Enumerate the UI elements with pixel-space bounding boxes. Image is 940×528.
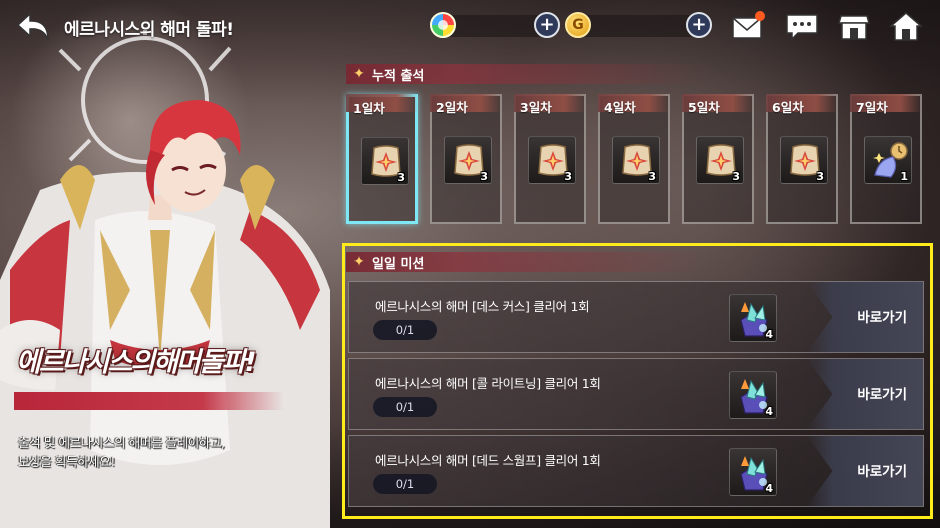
mission-header: ✦ 일일 미션 (346, 252, 706, 272)
attendance-day-card[interactable]: 3일차 3 (514, 94, 586, 224)
attendance-label: 누적 출석 (372, 68, 425, 84)
chat-icon (786, 14, 818, 41)
mission-row: 에르나시스의 해머 [데드 스웜프] 클리어 1회 0/1 4 바로가기 (348, 435, 924, 507)
day-label: 1일차 (353, 101, 385, 116)
event-banner-title: 에르나시스의해머돌파! (16, 347, 257, 378)
reward-slot[interactable]: 3 (528, 136, 576, 184)
day-label: 6일차 (772, 100, 804, 115)
mission-progress: 0/1 (373, 320, 437, 340)
reward-count: 4 (765, 482, 773, 495)
mission-reward-slot[interactable]: 4 (729, 294, 777, 342)
star-icon: ✦ (353, 66, 365, 82)
gold-coin-icon: G (565, 12, 591, 38)
add-gem-button[interactable]: + (534, 12, 560, 38)
day-label: 5일차 (688, 100, 720, 115)
add-gold-button[interactable]: + (686, 12, 712, 38)
reward-count: 3 (480, 170, 488, 183)
reward-slot[interactable]: 3 (612, 136, 660, 184)
top-bar: 에르나시스의 해머 돌파! + G + (0, 0, 940, 52)
day-label: 3일차 (520, 100, 552, 115)
mail-icon (732, 11, 765, 39)
day-label: 4일차 (604, 100, 636, 115)
day-label: 7일차 (856, 100, 888, 115)
go-button[interactable]: 바로가기 (807, 282, 923, 352)
mission-reward-slot[interactable]: 4 (729, 371, 777, 419)
reward-slot[interactable]: 3 (444, 136, 492, 184)
mail-button[interactable] (730, 10, 766, 42)
attendance-header: ✦ 누적 출석 (346, 64, 706, 84)
go-button-label: 바로가기 (857, 464, 907, 480)
reward-slot[interactable]: 3 (361, 137, 409, 185)
day-label: 2일차 (436, 100, 468, 115)
attendance-day-card[interactable]: 5일차 3 (682, 94, 754, 224)
attendance-day-card[interactable]: 2일차 3 (430, 94, 502, 224)
mission-title: 에르나시스의 해머 [데드 스웜프] 클리어 1회 (375, 453, 601, 468)
rainbow-gem-icon (430, 12, 456, 38)
attendance-day-card[interactable]: 4일차 3 (598, 94, 670, 224)
mission-reward-slot[interactable]: 4 (729, 448, 777, 496)
reward-count: 3 (732, 170, 740, 183)
go-button[interactable]: 바로가기 (807, 436, 923, 506)
reward-count: 3 (564, 170, 572, 183)
back-arrow-icon (16, 12, 49, 41)
gold-currency: G + (565, 12, 715, 40)
mission-title: 에르나시스의 해머 [데스 커스] 클리어 1회 (375, 299, 590, 314)
back-button[interactable] (14, 10, 54, 44)
reward-count: 3 (816, 170, 824, 183)
event-banner-bar (14, 392, 284, 410)
reward-count: 4 (765, 405, 773, 418)
mission-row: 에르나시스의 해머 [데스 커스] 클리어 1회 0/1 4 바로가기 (348, 281, 924, 353)
reward-slot[interactable]: 1 (864, 136, 912, 184)
go-button-label: 바로가기 (857, 310, 907, 326)
mission-progress: 0/1 (373, 397, 437, 417)
event-description-line1: 출석 및 에르나시스의 해머를 플레이하고, (18, 435, 225, 450)
star-icon: ✦ (353, 254, 365, 270)
attendance-day-card[interactable]: 1일차 3 (346, 94, 418, 224)
reward-slot[interactable]: 3 (780, 136, 828, 184)
event-description-line2: 보상을 획득하세요! (18, 454, 115, 469)
shop-icon (838, 15, 870, 40)
home-icon (888, 12, 924, 41)
home-button[interactable] (888, 10, 924, 42)
event-description: 출석 및 에르나시스의 해머를 플레이하고, 보상을 획득하세요! (18, 433, 225, 471)
shop-button[interactable] (836, 10, 872, 42)
attendance-day-card[interactable]: 6일차 3 (766, 94, 838, 224)
mission-title: 에르나시스의 해머 [콜 라이트닝] 클리어 1회 (375, 376, 601, 391)
mission-label: 일일 미션 (372, 256, 425, 272)
mission-progress: 0/1 (373, 474, 437, 494)
go-button[interactable]: 바로가기 (807, 359, 923, 429)
gem-currency: + (430, 12, 562, 40)
gold-amount-track (575, 15, 703, 37)
mission-row: 에르나시스의 해머 [콜 라이트닝] 클리어 1회 0/1 4 바로가기 (348, 358, 924, 430)
reward-count: 3 (648, 170, 656, 183)
go-button-label: 바로가기 (857, 387, 907, 403)
reward-count: 3 (397, 171, 405, 184)
reward-count: 4 (765, 328, 773, 341)
attendance-day-card[interactable]: 7일차 1 (850, 94, 922, 224)
reward-count: 1 (900, 170, 908, 183)
reward-slot[interactable]: 3 (696, 136, 744, 184)
chat-button[interactable] (784, 10, 820, 42)
page-title: 에르나시스의 해머 돌파! (64, 20, 234, 40)
